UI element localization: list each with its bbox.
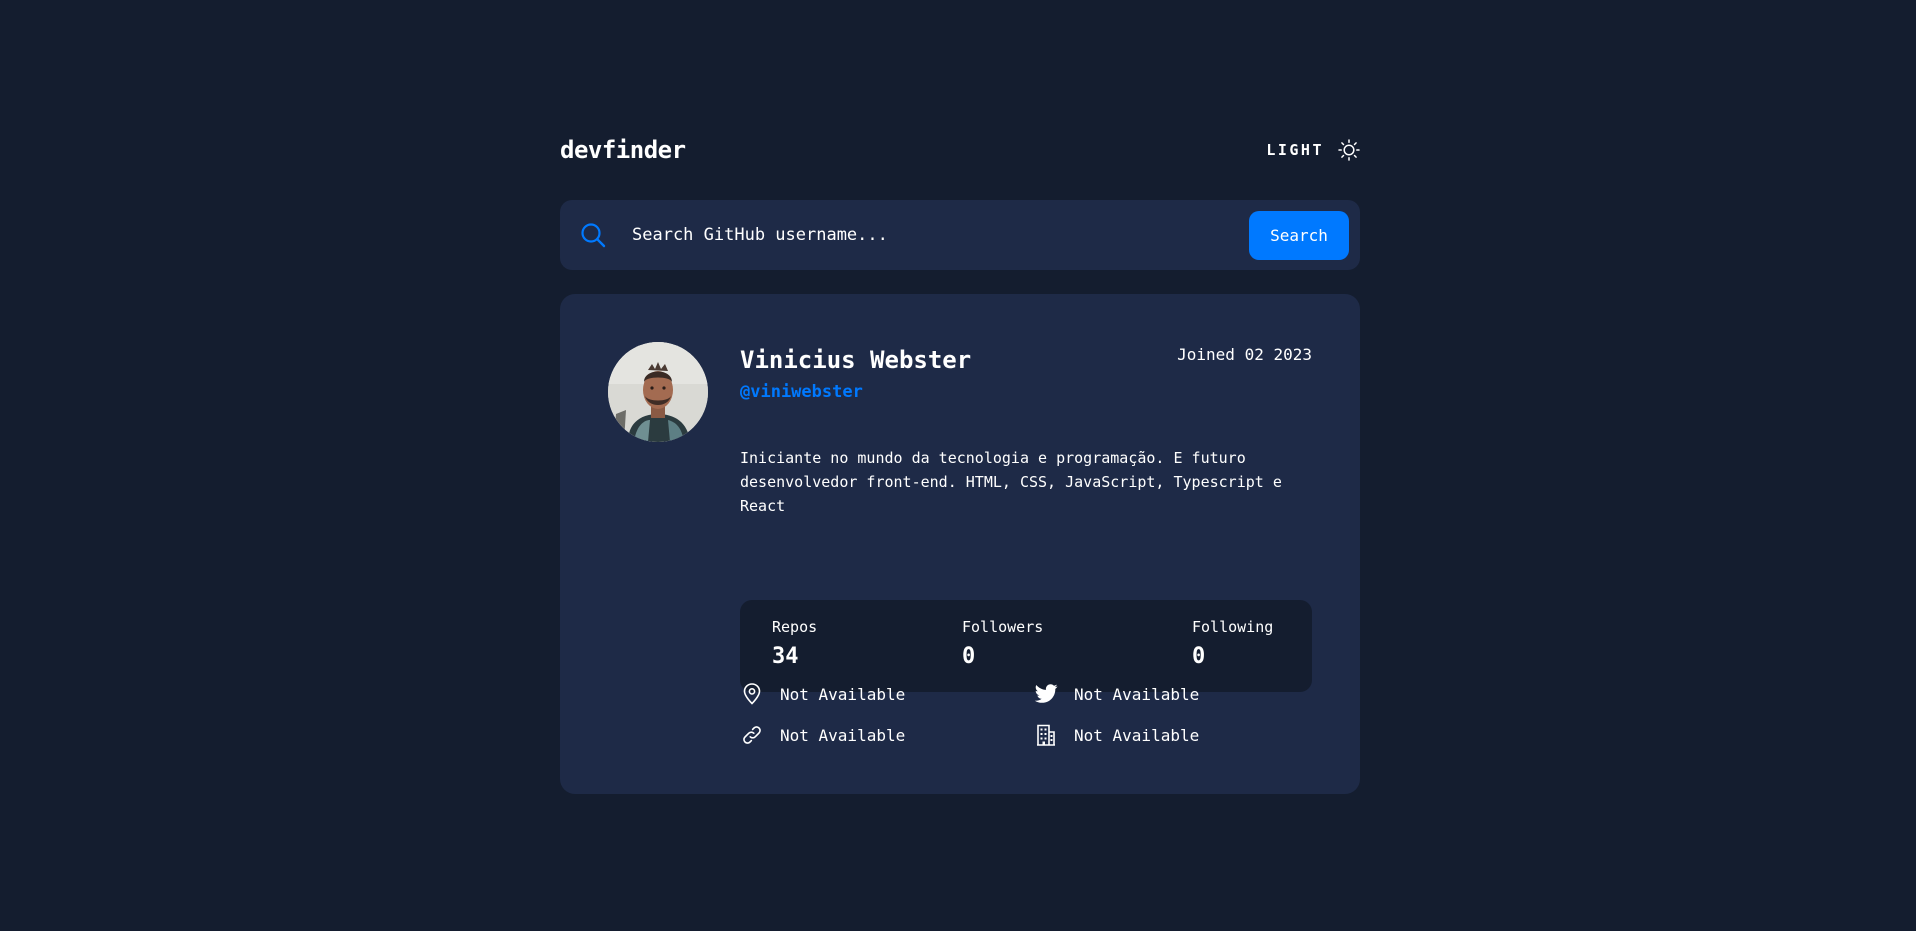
twitter-icon [1034, 682, 1058, 706]
stat-repos: Repos 34 [772, 618, 817, 669]
theme-toggle-label: LIGHT [1266, 141, 1324, 159]
theme-toggle-button[interactable]: LIGHT [1266, 139, 1360, 161]
search-button[interactable]: Search [1249, 210, 1349, 260]
header: devfinder LIGHT [560, 130, 1360, 170]
joined-date: Joined 02 2023 [1177, 345, 1312, 364]
location-text: Not Available [780, 684, 906, 704]
stat-value: 0 [1192, 644, 1206, 669]
stat-label: Followers [962, 618, 1044, 636]
profile-name: Vinicius Webster [740, 346, 972, 374]
sun-icon [1338, 139, 1360, 161]
search-bar: Search [560, 200, 1360, 270]
company-item: Not Available [1034, 723, 1199, 747]
search-input[interactable] [632, 225, 1249, 245]
profile-login-link[interactable]: @viniwebster [740, 382, 863, 402]
stat-label: Repos [772, 618, 818, 636]
search-icon [581, 223, 606, 248]
stat-label: Following [1192, 618, 1274, 636]
stat-followers: Followers 0 [962, 618, 1043, 669]
stats-panel: Repos 34 Followers 0 Following 0 [740, 600, 1312, 692]
link-icon [740, 723, 764, 747]
stat-value: 0 [962, 644, 976, 669]
app-logo: devfinder [560, 136, 686, 164]
app-container: devfinder LIGHT Search GitHub username..… [560, 130, 1360, 794]
location-item: Not Available [740, 682, 905, 706]
stat-value: 34 [772, 644, 799, 669]
blog-text: Not Available [780, 725, 906, 745]
company-text: Not Available [1074, 725, 1200, 745]
avatar-photo [608, 342, 708, 442]
profile-bio: Iniciante no mundo da tecnologia e progr… [740, 449, 1282, 515]
twitter-item: Not Available [1034, 682, 1199, 706]
location-pin-icon [740, 682, 764, 706]
blog-item[interactable]: Not Available [740, 723, 905, 747]
profile-card: Vinicius Webster @viniwebster Joined 02 … [560, 294, 1360, 794]
avatar [608, 342, 708, 442]
twitter-text: Not Available [1074, 684, 1200, 704]
building-icon [1034, 723, 1058, 747]
stat-following: Following 0 [1192, 618, 1273, 669]
